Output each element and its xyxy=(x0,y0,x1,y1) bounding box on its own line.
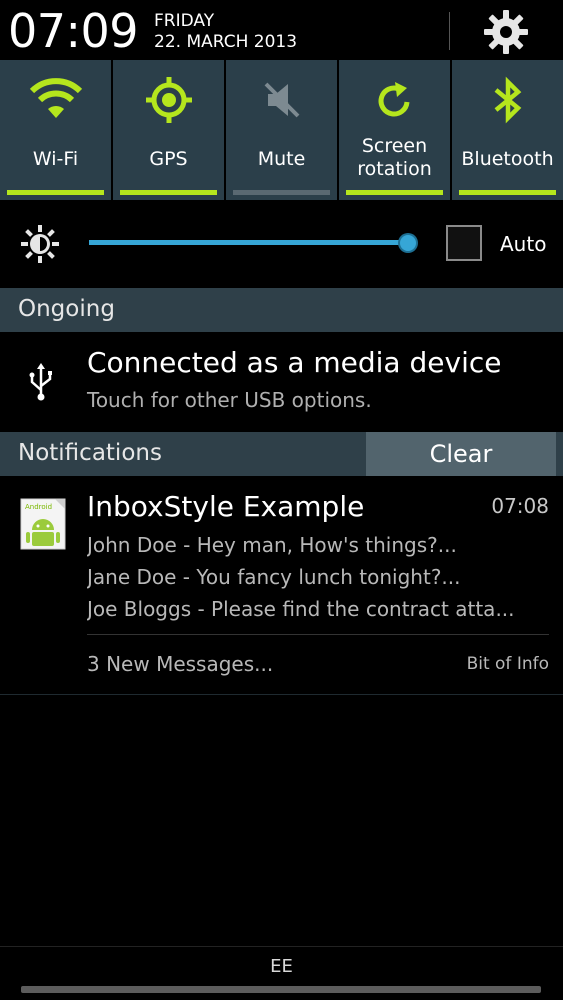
inbox-line: John Doe - Hey man, How's things?... xyxy=(87,533,457,557)
drag-handle[interactable] xyxy=(21,986,541,993)
notification-summary: 3 New Messages... xyxy=(87,652,274,676)
ongoing-title: Connected as a media device xyxy=(87,346,502,379)
clock: 07:09 xyxy=(8,4,139,58)
screen-rotation-icon xyxy=(378,82,409,117)
notification-divider xyxy=(87,634,549,635)
usb-icon xyxy=(29,363,52,401)
mute-icon xyxy=(264,82,299,118)
gps-toggle[interactable]: GPS xyxy=(113,60,224,200)
gps-state-bar xyxy=(120,190,217,195)
day-label: FRIDAY xyxy=(154,11,215,31)
inbox-line: Joe Bloggs - Please find the contract at… xyxy=(87,597,515,621)
gps-label: GPS xyxy=(149,148,188,170)
ongoing-section-header: Ongoing xyxy=(0,288,563,332)
footer-divider xyxy=(0,946,563,947)
screen-rotation-label-line2: rotation xyxy=(357,158,432,180)
bluetooth-toggle[interactable]: Bluetooth xyxy=(452,60,563,200)
notification-info: Bit of Info xyxy=(466,654,549,674)
app-icon-text: Android xyxy=(25,503,52,511)
notifications-section-header: Notifications Clear xyxy=(0,432,563,476)
wifi-toggle[interactable]: Wi-Fi xyxy=(0,60,111,200)
carrier-label: EE xyxy=(270,956,293,977)
notification-time: 07:08 xyxy=(491,494,549,518)
ongoing-subtitle: Touch for other USB options. xyxy=(87,388,372,412)
screen-rotation-toggle[interactable]: Screen rotation xyxy=(339,60,450,200)
inbox-line: Jane Doe - You fancy lunch tonight?... xyxy=(87,565,461,589)
mute-state-bar xyxy=(233,190,330,195)
mute-toggle[interactable]: Mute xyxy=(226,60,337,200)
android-app-icon: Android xyxy=(20,498,66,550)
clear-button[interactable]: Clear xyxy=(366,432,556,476)
brightness-slider[interactable] xyxy=(89,240,409,245)
screen-rotation-label-line1: Screen xyxy=(361,135,428,157)
date-label: 22. MARCH 2013 xyxy=(154,32,298,52)
date-block: FRIDAY 22. MARCH 2013 xyxy=(154,11,297,53)
wifi-state-bar xyxy=(7,190,104,195)
wifi-icon xyxy=(29,78,82,118)
gps-icon xyxy=(145,77,192,123)
brightness-slider-thumb[interactable] xyxy=(400,235,416,251)
header-divider xyxy=(449,12,450,50)
bluetooth-icon xyxy=(494,76,521,124)
auto-brightness-checkbox[interactable] xyxy=(446,225,482,261)
gear-icon xyxy=(484,10,528,54)
wifi-label: Wi-Fi xyxy=(32,148,79,170)
auto-brightness-label: Auto xyxy=(500,232,547,256)
quick-settings-toggles: Wi-Fi GPS Mute Screen rotation Bluetooth xyxy=(0,60,563,200)
bluetooth-state-bar xyxy=(459,190,556,195)
inbox-notification[interactable]: Android InboxStyle Example 07:08 John Do… xyxy=(0,478,563,695)
screen-rotation-state-bar xyxy=(346,190,443,195)
notification-title: InboxStyle Example xyxy=(87,490,365,523)
mute-label: Mute xyxy=(257,148,306,170)
usb-connection-notification[interactable]: Connected as a media device Touch for ot… xyxy=(0,332,563,430)
bluetooth-label: Bluetooth xyxy=(461,148,554,170)
ongoing-header-label: Ongoing xyxy=(18,296,115,322)
settings-button[interactable] xyxy=(482,8,530,56)
notifications-header-label: Notifications xyxy=(18,440,162,466)
screen-rotation-label: Screen rotation xyxy=(339,135,450,181)
status-header: 07:09 FRIDAY 22. MARCH 2013 xyxy=(0,0,563,60)
brightness-icon xyxy=(21,225,59,263)
